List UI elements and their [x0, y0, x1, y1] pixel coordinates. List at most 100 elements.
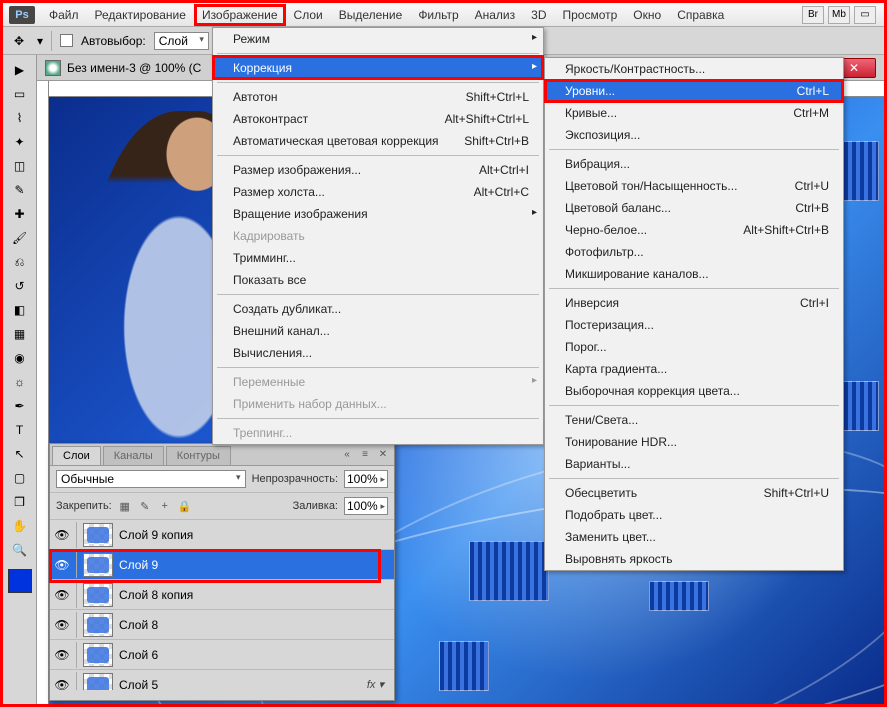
- menu-item-выровнять-яркость[interactable]: Выровнять яркость: [545, 548, 843, 570]
- menu-item-яркость-контрастность---[interactable]: Яркость/Контрастность...: [545, 58, 843, 80]
- lasso-tool[interactable]: ⌇: [8, 107, 32, 129]
- marquee-tool[interactable]: ▭: [8, 83, 32, 105]
- visibility-icon[interactable]: 👁: [54, 617, 70, 633]
- visibility-icon[interactable]: 👁: [54, 587, 70, 603]
- crop-tool[interactable]: ◫: [8, 155, 32, 177]
- menu-edit[interactable]: Редактирование: [87, 4, 194, 26]
- move-tool[interactable]: ▶: [8, 59, 32, 81]
- menu-3d[interactable]: 3D: [523, 4, 554, 26]
- path-tool[interactable]: ↖: [8, 443, 32, 465]
- menu-item-размер-изображения---[interactable]: Размер изображения...Alt+Ctrl+I: [213, 159, 543, 181]
- blur-tool[interactable]: ◉: [8, 347, 32, 369]
- menu-item-цветовой-тон-насыщенность---[interactable]: Цветовой тон/Насыщенность...Ctrl+U: [545, 175, 843, 197]
- menu-item-обесцветить[interactable]: ОбесцветитьShift+Ctrl+U: [545, 482, 843, 504]
- menu-item-фотофильтр---[interactable]: Фотофильтр...: [545, 241, 843, 263]
- menu-item-тримминг---[interactable]: Тримминг...: [213, 247, 543, 269]
- menu-item-инверсия[interactable]: ИнверсияCtrl+I: [545, 292, 843, 314]
- menu-item-тонирование-hdr---[interactable]: Тонирование HDR...: [545, 431, 843, 453]
- menu-select[interactable]: Выделение: [331, 4, 411, 26]
- wand-tool[interactable]: ✦: [8, 131, 32, 153]
- menu-item-варианты---[interactable]: Варианты...: [545, 453, 843, 475]
- fx-indicator[interactable]: fx ▾: [367, 678, 390, 690]
- menu-item-вычисления---[interactable]: Вычисления...: [213, 342, 543, 364]
- menu-item-уровни---[interactable]: Уровни...Ctrl+L: [545, 80, 843, 102]
- layer-row[interactable]: 👁Слой 5fx ▾: [50, 670, 394, 690]
- lock-position-icon[interactable]: +: [158, 499, 172, 513]
- menu-item-выборочная-коррекция-цвета---[interactable]: Выборочная коррекция цвета...: [545, 380, 843, 402]
- tab-paths[interactable]: Контуры: [166, 446, 231, 465]
- menu-item-заменить-цвет---[interactable]: Заменить цвет...: [545, 526, 843, 548]
- panel-close-icon[interactable]: ✕: [376, 447, 390, 461]
- eraser-tool[interactable]: ◧: [8, 299, 32, 321]
- autoselect-target-select[interactable]: Слой: [154, 32, 209, 50]
- menu-item-режим[interactable]: Режим: [213, 28, 543, 50]
- menu-analysis[interactable]: Анализ: [467, 4, 524, 26]
- layer-row[interactable]: 👁Слой 6: [50, 640, 394, 670]
- menu-window[interactable]: Окно: [625, 4, 669, 26]
- menu-item-тени-света---[interactable]: Тени/Света...: [545, 409, 843, 431]
- visibility-icon[interactable]: 👁: [54, 677, 70, 691]
- mb-button[interactable]: Mb: [828, 6, 850, 24]
- 3d-tool[interactable]: ❒: [8, 491, 32, 513]
- menu-item-размер-холста---[interactable]: Размер холста...Alt+Ctrl+C: [213, 181, 543, 203]
- heal-tool[interactable]: ✚: [8, 203, 32, 225]
- menu-item-черно-белое---[interactable]: Черно-белое...Alt+Shift+Ctrl+B: [545, 219, 843, 241]
- layer-row[interactable]: 👁Слой 8 копия: [50, 580, 394, 610]
- menu-item-вращение-изображения[interactable]: Вращение изображения: [213, 203, 543, 225]
- stamp-tool[interactable]: ⎌: [8, 251, 32, 273]
- menu-item-карта-градиента---[interactable]: Карта градиента...: [545, 358, 843, 380]
- menu-item-порог---[interactable]: Порог...: [545, 336, 843, 358]
- menu-item-кривые---[interactable]: Кривые...Ctrl+M: [545, 102, 843, 124]
- bridge-button[interactable]: Br: [802, 6, 824, 24]
- menu-item-постеризация---[interactable]: Постеризация...: [545, 314, 843, 336]
- menu-item-создать-дубликат---[interactable]: Создать дубликат...: [213, 298, 543, 320]
- layer-thumb: [83, 553, 113, 577]
- shape-tool[interactable]: ▢: [8, 467, 32, 489]
- foreground-color[interactable]: [8, 569, 32, 593]
- layer-row[interactable]: 👁Слой 9: [50, 550, 394, 580]
- tab-layers[interactable]: Слои: [52, 446, 101, 465]
- gradient-tool[interactable]: ▦: [8, 323, 32, 345]
- menu-item-автоконтраст[interactable]: АвтоконтрастAlt+Shift+Ctrl+L: [213, 108, 543, 130]
- lock-transparency-icon[interactable]: ▦: [118, 499, 132, 513]
- brush-tool[interactable]: 🖌: [8, 227, 32, 249]
- layer-row[interactable]: 👁Слой 8: [50, 610, 394, 640]
- menu-view[interactable]: Просмотр: [554, 4, 625, 26]
- screen-mode-button[interactable]: ▭: [854, 6, 876, 24]
- fill-input[interactable]: 100%: [344, 497, 388, 515]
- menu-item-экспозиция---[interactable]: Экспозиция...: [545, 124, 843, 146]
- menu-help[interactable]: Справка: [669, 4, 732, 26]
- menu-file[interactable]: Файл: [41, 4, 87, 26]
- menu-item-подобрать-цвет---[interactable]: Подобрать цвет...: [545, 504, 843, 526]
- dodge-tool[interactable]: ☼: [8, 371, 32, 393]
- visibility-icon[interactable]: 👁: [54, 647, 70, 663]
- eyedropper-tool[interactable]: ✎: [8, 179, 32, 201]
- zoom-tool[interactable]: 🔍: [8, 539, 32, 561]
- visibility-icon[interactable]: 👁: [54, 527, 70, 543]
- tab-channels[interactable]: Каналы: [103, 446, 164, 465]
- menu-item-цветовой-баланс---[interactable]: Цветовой баланс...Ctrl+B: [545, 197, 843, 219]
- lock-pixels-icon[interactable]: ✎: [138, 499, 152, 513]
- hand-tool[interactable]: ✋: [8, 515, 32, 537]
- autoselect-checkbox[interactable]: [60, 34, 73, 47]
- menu-item-автотон[interactable]: АвтотонShift+Ctrl+L: [213, 86, 543, 108]
- layer-row[interactable]: 👁Слой 9 копия: [50, 520, 394, 550]
- menu-image[interactable]: Изображение: [194, 4, 286, 26]
- panel-menu-icon[interactable]: ≡: [358, 447, 372, 461]
- history-brush-tool[interactable]: ↺: [8, 275, 32, 297]
- panel-collapse-icon[interactable]: «: [340, 447, 354, 461]
- menu-item-показать-все[interactable]: Показать все: [213, 269, 543, 291]
- menu-item-микширование-каналов---[interactable]: Микширование каналов...: [545, 263, 843, 285]
- blend-mode-select[interactable]: Обычные: [56, 470, 246, 488]
- visibility-icon[interactable]: 👁: [54, 557, 70, 573]
- type-tool[interactable]: T: [8, 419, 32, 441]
- pen-tool[interactable]: ✒: [8, 395, 32, 417]
- menu-filter[interactable]: Фильтр: [410, 4, 466, 26]
- menu-item-автоматическая-цветовая-коррекция[interactable]: Автоматическая цветовая коррекцияShift+C…: [213, 130, 543, 152]
- opacity-input[interactable]: 100%: [344, 470, 388, 488]
- menu-item-вибрация---[interactable]: Вибрация...: [545, 153, 843, 175]
- lock-all-icon[interactable]: 🔒: [178, 499, 192, 513]
- menu-layers[interactable]: Слои: [286, 4, 331, 26]
- menu-item-внешний-канал---[interactable]: Внешний канал...: [213, 320, 543, 342]
- menu-item-коррекция[interactable]: Коррекция: [213, 57, 543, 79]
